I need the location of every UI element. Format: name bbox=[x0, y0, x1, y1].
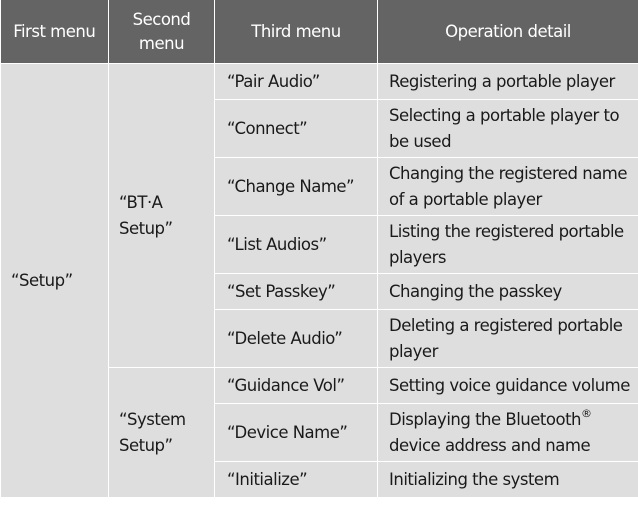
operation-detail-cell: Selecting a portable player to be used bbox=[377, 99, 638, 158]
header-first-menu: First menu bbox=[0, 0, 109, 64]
operation-detail-cell: Changing the passkey bbox=[377, 273, 638, 310]
detail-text-tail: device address and name bbox=[389, 435, 591, 455]
operation-detail-cell: Displaying the Bluetooth® device address… bbox=[377, 403, 638, 462]
third-menu-cell: “Delete Audio” bbox=[214, 309, 378, 368]
second-menu-cell: “BT·A Setup” bbox=[108, 63, 215, 368]
third-menu-cell: “List Audios” bbox=[214, 215, 378, 274]
registered-trademark-symbol: ® bbox=[581, 406, 592, 420]
third-menu-cell: “Guidance Vol” bbox=[214, 367, 378, 404]
setup-menu-table: First menu Second menu Third menu Operat… bbox=[0, 0, 638, 498]
operation-detail-cell: Setting voice guidance volume bbox=[377, 367, 638, 404]
header-row: First menu Second menu Third menu Operat… bbox=[0, 0, 638, 64]
third-menu-cell: “Device Name” bbox=[214, 403, 378, 462]
second-menu-cell: “System Setup” bbox=[108, 367, 215, 498]
header-third-menu: Third menu bbox=[214, 0, 378, 64]
operation-detail-cell: Deleting a registered portable player bbox=[377, 309, 638, 368]
detail-text: Displaying the Bluetooth bbox=[389, 409, 582, 429]
first-menu-cell: “Setup” bbox=[0, 63, 109, 498]
header-operation-detail: Operation detail bbox=[377, 0, 638, 64]
third-menu-cell: “Connect” bbox=[214, 99, 378, 158]
operation-detail-cell: Initializing the system bbox=[377, 461, 638, 498]
third-menu-cell: “Initialize” bbox=[214, 461, 378, 498]
header-second-menu: Second menu bbox=[108, 0, 215, 64]
third-menu-cell: “Change Name” bbox=[214, 157, 378, 216]
third-menu-cell: “Set Passkey” bbox=[214, 273, 378, 310]
table-row: “Setup” “BT·A Setup” “Pair Audio” Regist… bbox=[0, 63, 638, 498]
third-menu-cell: “Pair Audio” bbox=[214, 63, 378, 100]
operation-detail-cell: Registering a portable player bbox=[377, 63, 638, 100]
operation-detail-cell: Listing the registered portable players bbox=[377, 215, 638, 274]
operation-detail-cell: Changing the registered name of a portab… bbox=[377, 157, 638, 216]
